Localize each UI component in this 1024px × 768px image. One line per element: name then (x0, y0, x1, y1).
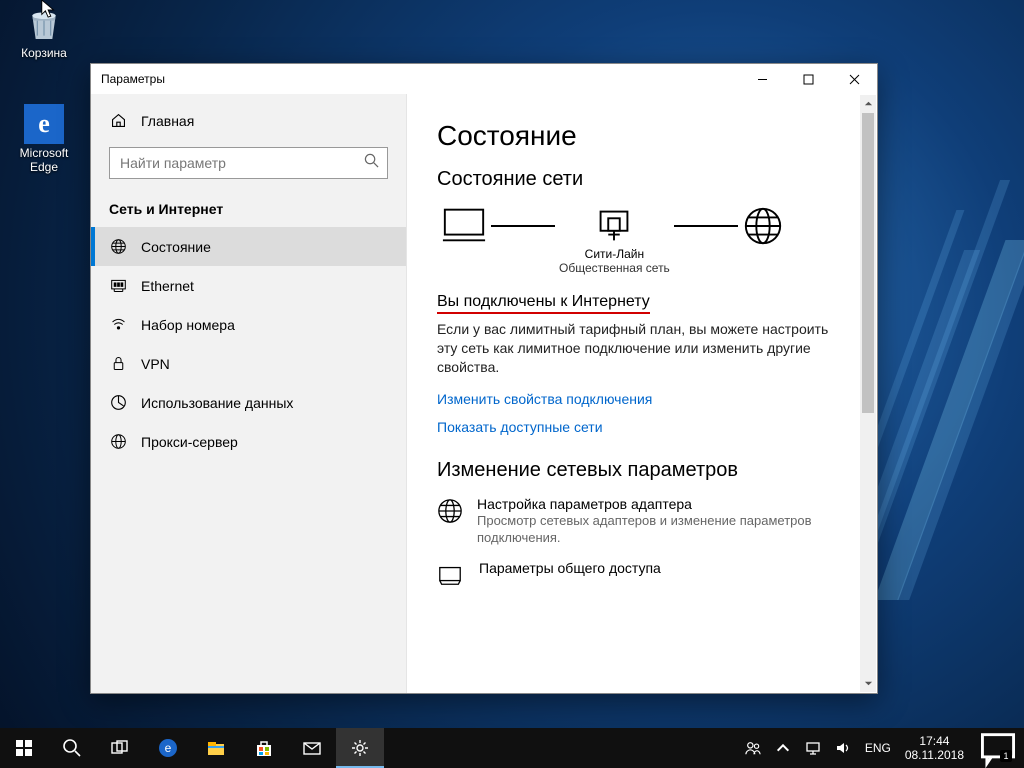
adapter-icon (437, 496, 463, 529)
scroll-down-button[interactable] (860, 675, 876, 692)
minimize-button[interactable] (739, 64, 785, 94)
sidebar-item-label: Прокси-сервер (141, 434, 238, 450)
vpn-icon (109, 355, 127, 372)
tray-chevron-up-icon[interactable] (775, 740, 791, 756)
desktop-icon-label: Microsoft Edge (8, 146, 80, 174)
taskbar-store[interactable] (240, 728, 288, 768)
connected-heading: Вы подключены к Интернету (437, 293, 847, 314)
sidebar-item-label: Использование данных (141, 395, 293, 411)
taskbar-search-button[interactable] (48, 728, 96, 768)
scroll-thumb[interactable] (862, 113, 874, 413)
sidebar-section-title: Сеть и Интернет (91, 193, 406, 227)
sidebar-home[interactable]: Главная (91, 102, 406, 139)
tray-date: 08.11.2018 (905, 748, 964, 762)
volume-icon[interactable] (835, 740, 851, 756)
option-title: Параметры общего доступа (479, 560, 661, 576)
sidebar-item-label: Ethernet (141, 278, 194, 294)
edge-icon: e (24, 104, 64, 144)
home-icon (109, 112, 127, 129)
diagram-line (491, 225, 555, 227)
sidebar: Главная Сеть и Интернет Состояние Ethern… (91, 94, 407, 693)
sidebar-item-label: Состояние (141, 239, 211, 255)
ethernet-icon (109, 277, 127, 294)
diagram-router: Сити-Лайн Общественная сеть (559, 205, 670, 275)
start-button[interactable] (0, 728, 48, 768)
option-adapter-settings[interactable]: Настройка параметров адаптера Просмотр с… (437, 496, 847, 546)
status-icon (109, 238, 127, 255)
proxy-icon (109, 433, 127, 450)
taskbar-edge[interactable]: e (144, 728, 192, 768)
taskbar-settings[interactable] (336, 728, 384, 768)
sidebar-item-label: Набор номера (141, 317, 235, 333)
tray-language[interactable]: ENG (865, 741, 891, 755)
network-diagram: Сити-Лайн Общественная сеть (441, 205, 847, 275)
option-desc: Просмотр сетевых адаптеров и изменение п… (477, 512, 847, 546)
search-input[interactable] (120, 155, 364, 171)
section-heading: Изменение сетевых параметров (437, 459, 847, 482)
mouse-cursor (40, 0, 58, 25)
sidebar-item-proxy[interactable]: Прокси-сервер (91, 422, 406, 461)
action-center-button[interactable] (978, 728, 1018, 768)
window-title: Параметры (101, 72, 739, 86)
titlebar[interactable]: Параметры (91, 64, 877, 94)
option-title: Настройка параметров адаптера (477, 496, 847, 512)
dialup-icon (109, 316, 127, 333)
link-show-networks[interactable]: Показать доступные сети (437, 419, 847, 435)
close-button[interactable] (831, 64, 877, 94)
scroll-up-button[interactable] (860, 95, 876, 112)
sidebar-item-vpn[interactable]: VPN (91, 344, 406, 383)
desktop-icon-edge[interactable]: e Microsoft Edge (8, 104, 80, 174)
sidebar-item-dialup[interactable]: Набор номера (91, 305, 406, 344)
sidebar-item-data-usage[interactable]: Использование данных (91, 383, 406, 422)
settings-window: Параметры Главная Сеть и Интернет Состоя… (90, 63, 878, 694)
taskbar-explorer[interactable] (192, 728, 240, 768)
sidebar-item-ethernet[interactable]: Ethernet (91, 266, 406, 305)
sidebar-item-status[interactable]: Состояние (91, 227, 406, 266)
search-icon (364, 153, 379, 173)
sidebar-item-label: VPN (141, 356, 170, 372)
network-icon[interactable] (805, 740, 821, 756)
page-title: Состояние (437, 120, 847, 152)
search-input-wrap[interactable] (109, 147, 388, 179)
svg-text:e: e (165, 741, 172, 755)
section-heading: Состояние сети (437, 168, 847, 191)
desktop-icon-label: Корзина (8, 46, 80, 60)
option-sharing-settings[interactable]: Параметры общего доступа (437, 560, 847, 593)
people-icon[interactable] (745, 740, 761, 756)
tray-clock[interactable]: 17:44 08.11.2018 (905, 734, 964, 762)
taskbar: e ENG 17:44 08.11.2018 (0, 728, 1024, 768)
data-usage-icon (109, 394, 127, 411)
system-tray: ENG 17:44 08.11.2018 (745, 728, 1024, 768)
task-view-button[interactable] (96, 728, 144, 768)
taskbar-mail[interactable] (288, 728, 336, 768)
sharing-icon (437, 560, 465, 593)
diagram-line (674, 225, 738, 227)
diagram-net-type: Общественная сеть (559, 261, 670, 275)
scrollbar[interactable] (860, 95, 876, 692)
sidebar-home-label: Главная (141, 113, 194, 129)
connected-description: Если у вас лимитный тарифный план, вы мо… (437, 320, 847, 377)
diagram-pc (441, 205, 487, 245)
diagram-net-name: Сити-Лайн (585, 247, 644, 261)
link-change-connection-props[interactable]: Изменить свойства подключения (437, 391, 847, 407)
main-content: Состояние Состояние сети Сити-Лайн Общес… (407, 94, 877, 693)
maximize-button[interactable] (785, 64, 831, 94)
tray-time: 17:44 (905, 734, 964, 748)
diagram-internet (742, 205, 784, 247)
